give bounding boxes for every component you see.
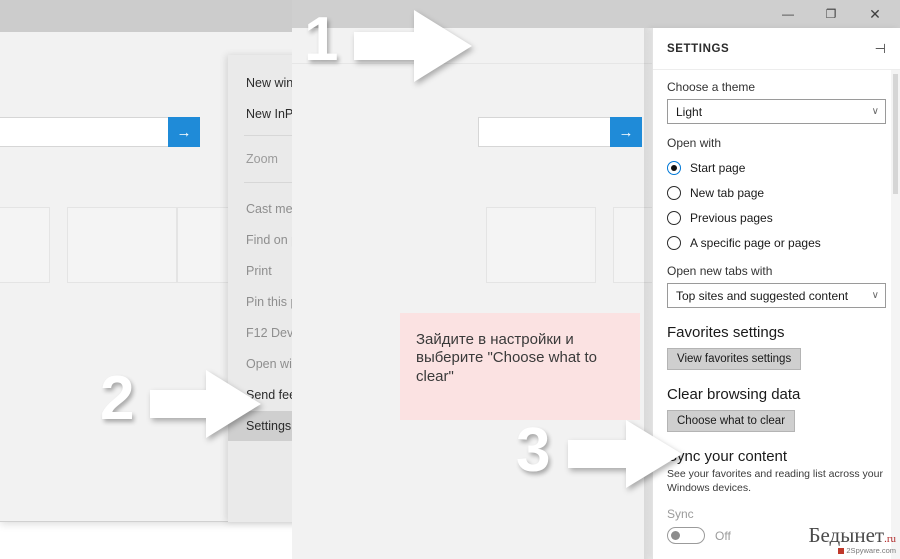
radio-start-page[interactable]: Start page xyxy=(667,155,886,180)
back-search-input[interactable] xyxy=(0,117,168,147)
theme-label: Choose a theme xyxy=(667,80,756,94)
settings-header: SETTINGS ⊣ xyxy=(653,28,900,70)
chevron-down-icon: ∨ xyxy=(871,290,879,301)
front-window-maximize-icon[interactable]: ❐ xyxy=(809,0,853,28)
radio-icon[interactable] xyxy=(667,210,681,225)
radio-label: Start page xyxy=(690,160,746,175)
open-with-label: Open with xyxy=(667,136,722,150)
radio-icon[interactable] xyxy=(667,235,681,250)
instruction-callout: Зайдите в настройки и выберите "Choose w… xyxy=(400,313,640,420)
sync-label: Sync xyxy=(667,507,694,522)
radio-specific-page[interactable]: A specific page or pages xyxy=(667,230,886,255)
settings-title: SETTINGS xyxy=(667,42,730,55)
radio-label: Previous pages xyxy=(690,210,773,225)
back-search-go-button[interactable]: → xyxy=(168,117,200,147)
front-window-close-icon[interactable]: ✕ xyxy=(853,0,897,28)
watermark-tld: .ru xyxy=(884,533,896,545)
choose-what-to-clear-button[interactable]: Choose what to clear xyxy=(667,410,796,432)
theme-select[interactable]: Light ∨ xyxy=(667,99,886,124)
front-window-minimize-icon[interactable]: — xyxy=(766,0,810,28)
step-number-3: 3 xyxy=(516,416,551,485)
radio-label: New tab page xyxy=(690,185,765,200)
theme-select-value: Light xyxy=(676,104,703,119)
front-search-input[interactable] xyxy=(478,117,610,147)
radio-previous-pages[interactable]: Previous pages xyxy=(667,205,886,230)
step-arrow-1 xyxy=(354,10,472,82)
step-arrow-3 xyxy=(568,420,682,488)
watermark-source-text: 2Spyware.com xyxy=(846,546,896,555)
clear-browsing-data-heading: Clear browsing data xyxy=(667,386,801,403)
screenshot-root: ❐ ✕ → ··· New window New InPrivate windo… xyxy=(0,0,900,559)
step-arrow-2 xyxy=(150,370,261,438)
back-search-box[interactable]: → xyxy=(0,117,200,147)
sync-description: See your favorites and reading list acro… xyxy=(667,468,883,495)
sync-toggle[interactable] xyxy=(667,527,705,545)
step-number-1: 1 xyxy=(304,5,339,74)
radio-icon[interactable] xyxy=(667,185,681,200)
radio-label: A specific page or pages xyxy=(690,235,821,250)
instruction-text: Зайдите в настройки и выберите "Choose w… xyxy=(416,331,598,385)
settings-pane: SETTINGS ⊣ Choose a theme Light ∨ Open w… xyxy=(652,28,900,559)
settings-content: Choose a theme Light ∨ Open with Start p… xyxy=(653,70,900,545)
front-search-go-button[interactable]: → xyxy=(610,117,642,147)
start-tile[interactable] xyxy=(486,207,596,283)
new-tabs-label: Open new tabs with xyxy=(667,264,773,278)
pin-icon[interactable]: ⊣ xyxy=(875,41,886,57)
watermark-brand-text: Бедынет xyxy=(808,523,885,547)
start-tile[interactable] xyxy=(67,207,177,283)
watermark-brand: Бедынет.ru xyxy=(808,523,896,548)
new-tabs-select[interactable]: Top sites and suggested content ∨ xyxy=(667,283,886,308)
radio-icon-selected[interactable] xyxy=(667,160,681,175)
sync-heading: Sync your content xyxy=(667,448,788,465)
sync-toggle-state: Off xyxy=(715,528,731,543)
favorites-heading: Favorites settings xyxy=(667,324,785,341)
watermark: Бедынет.ru 2Spyware.com xyxy=(808,523,896,555)
radio-new-tab-page[interactable]: New tab page xyxy=(667,180,886,205)
view-favorites-settings-button[interactable]: View favorites settings xyxy=(667,348,802,370)
chevron-down-icon: ∨ xyxy=(871,106,879,117)
start-tile[interactable] xyxy=(0,207,50,283)
front-search-box[interactable]: → xyxy=(478,117,642,147)
new-tabs-select-value: Top sites and suggested content xyxy=(676,288,849,303)
watermark-square-icon xyxy=(838,548,845,554)
step-number-2: 2 xyxy=(100,364,135,433)
